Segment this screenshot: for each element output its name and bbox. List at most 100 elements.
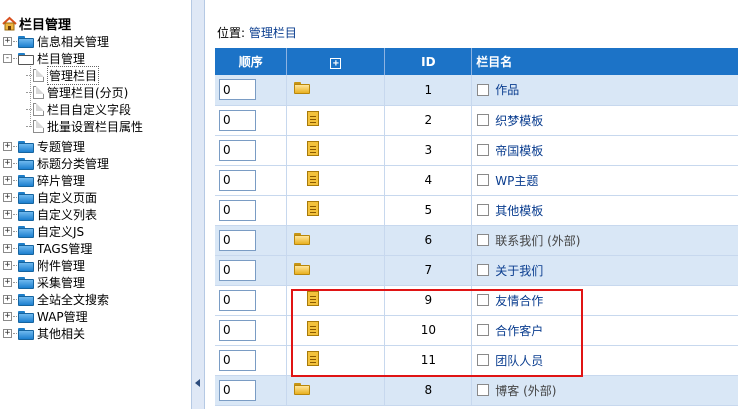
table-row: 2 织梦模板 (215, 105, 738, 136)
tree-node-wap[interactable]: + WAP管理 (3, 308, 88, 325)
breadcrumb-link[interactable]: 管理栏目 (249, 26, 297, 40)
folder-icon (18, 208, 34, 221)
tree-node-label: 栏目管理 (37, 52, 86, 66)
row-checkbox[interactable] (477, 83, 490, 96)
tree-node-custom-list[interactable]: + 自定义列表 (3, 206, 97, 223)
tree-node-column[interactable]: - 栏目管理 (3, 50, 85, 67)
tree-leaf-label: 栏目自定义字段 (47, 103, 132, 117)
expand-icon[interactable]: + (3, 278, 12, 287)
folder-icon (18, 140, 34, 153)
tree-node-info[interactable]: + 信息相关管理 (3, 33, 109, 50)
table-row: 1 作品 (215, 75, 738, 106)
document-icon[interactable] (307, 201, 320, 216)
tree-node-title-class[interactable]: + 标题分类管理 (3, 155, 109, 172)
document-icon (33, 120, 44, 133)
tree-node-label: 自定义页面 (37, 191, 98, 205)
folder-icon[interactable] (294, 262, 311, 275)
collapse-icon[interactable]: - (3, 54, 12, 63)
folder-icon (18, 225, 34, 238)
column-name-link[interactable]: 作品 (495, 83, 519, 97)
order-input[interactable] (219, 289, 256, 311)
order-input[interactable] (219, 259, 256, 281)
folder-icon (18, 310, 34, 323)
tree-node-special[interactable]: + 专题管理 (3, 138, 85, 155)
row-checkbox[interactable] (477, 384, 490, 396)
folder-icon (18, 35, 34, 48)
expand-icon[interactable]: + (3, 244, 12, 253)
id-cell: 4 (384, 165, 473, 196)
column-name-link[interactable]: 帝国模板 (495, 144, 543, 158)
order-input[interactable] (219, 109, 256, 131)
expand-icon[interactable]: + (3, 312, 12, 321)
tree-leaf-manage-column-paged[interactable]: 管理栏目(分页) (26, 84, 128, 101)
tree-node-tags[interactable]: + TAGS管理 (3, 240, 92, 257)
order-input[interactable] (219, 229, 256, 251)
order-input[interactable] (219, 379, 256, 401)
column-name-link[interactable]: 关于我们 (495, 264, 543, 278)
tree-title-label: 栏目管理 (19, 17, 72, 33)
tree-leaf-manage-column[interactable]: 管理栏目 (26, 66, 100, 85)
expand-icon[interactable]: + (3, 142, 12, 151)
tree-node-label: 自定义JS (37, 225, 85, 239)
id-cell: 3 (384, 135, 473, 166)
folder-icon[interactable] (294, 382, 311, 395)
column-name-link[interactable]: 织梦模板 (495, 114, 543, 128)
row-checkbox[interactable] (477, 114, 490, 126)
tree-node-label: 信息相关管理 (37, 35, 110, 49)
table-row: 5 其他模板 (215, 195, 738, 226)
tree-node-label: WAP管理 (37, 310, 88, 324)
folder-icon (18, 259, 34, 272)
column-name-link[interactable]: 联系我们 (外部) (495, 234, 580, 248)
expand-icon[interactable]: + (3, 159, 12, 168)
order-input[interactable] (219, 139, 256, 161)
expand-icon[interactable]: + (3, 295, 12, 304)
tree-node-collect[interactable]: + 采集管理 (3, 274, 85, 291)
column-name-link[interactable]: WP主题 (495, 174, 538, 188)
tree-node-custom-page[interactable]: + 自定义页面 (3, 189, 97, 206)
table-row: 4 WP主题 (215, 165, 738, 196)
tree-node-label: 专题管理 (37, 140, 86, 154)
tree-node-fulltext-search[interactable]: + 全站全文搜索 (3, 291, 109, 308)
header-id: ID (384, 48, 473, 75)
column-name-link[interactable]: 其他模板 (495, 204, 543, 218)
collapse-arrow-icon[interactable] (195, 379, 200, 387)
sidebar-tree: 栏目管理 + 信息相关管理 - 栏目管理 管理栏目 管理栏目(分页) 栏目自定义… (0, 0, 191, 409)
table-row: 3 帝国模板 (215, 135, 738, 166)
column-name-link[interactable]: 博客 (外部) (495, 384, 556, 398)
folder-open-icon (18, 52, 34, 65)
tree-leaf-custom-fields[interactable]: 栏目自定义字段 (26, 101, 131, 118)
panel-splitter[interactable] (191, 0, 205, 409)
folder-icon (18, 191, 34, 204)
expand-icon[interactable]: + (3, 227, 12, 236)
tree-node-attachment[interactable]: + 附件管理 (3, 257, 85, 274)
document-icon[interactable] (307, 111, 320, 126)
expand-icon[interactable]: + (3, 329, 12, 338)
expand-icon[interactable]: + (3, 176, 12, 185)
row-checkbox[interactable] (477, 144, 490, 156)
table-header-row: 顺序 + ID 栏目名 (215, 48, 738, 75)
tree-node-fragment[interactable]: + 碎片管理 (3, 172, 85, 189)
row-checkbox[interactable] (477, 234, 490, 246)
order-input[interactable] (219, 79, 256, 101)
document-icon[interactable] (307, 141, 320, 156)
expand-icon[interactable]: + (3, 37, 12, 46)
expand-icon[interactable]: + (3, 210, 12, 219)
row-checkbox[interactable] (477, 264, 490, 276)
folder-icon[interactable] (294, 232, 311, 245)
order-input[interactable] (219, 169, 256, 191)
row-checkbox[interactable] (477, 204, 490, 216)
folder-icon[interactable] (294, 82, 311, 95)
tree-node-custom-js[interactable]: + 自定义JS (3, 223, 84, 240)
tree-node-other[interactable]: + 其他相关 (3, 325, 85, 342)
order-input[interactable] (219, 199, 256, 221)
expand-icon[interactable]: + (3, 193, 12, 202)
expand-all-icon[interactable]: + (330, 57, 342, 69)
tree-node-label: 全站全文搜索 (37, 293, 110, 307)
expand-icon[interactable]: + (3, 261, 12, 270)
order-input[interactable] (219, 349, 256, 371)
order-input[interactable] (219, 319, 256, 341)
document-icon[interactable] (307, 171, 320, 186)
id-cell: 2 (384, 105, 473, 136)
tree-leaf-batch-settings[interactable]: 批量设置栏目属性 (26, 118, 143, 135)
row-checkbox[interactable] (477, 174, 490, 186)
